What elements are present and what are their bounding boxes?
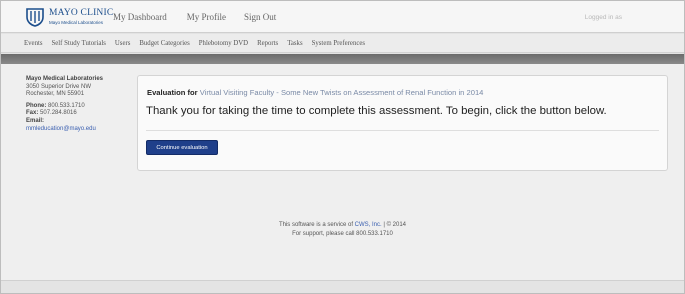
nav-phlebotomy-dvd[interactable]: Phlebotomy DVD [199, 40, 248, 47]
mayo-clinic-logo[interactable]: MAYO CLINIC Mayo Medical Laboratories [25, 7, 113, 27]
nav-my-dashboard[interactable]: My Dashboard [113, 12, 167, 22]
footer-copyright: | © 2014 [383, 222, 407, 228]
org-name: Mayo Medical Laboratories [26, 76, 104, 82]
evaluation-panel: Evaluation for Virtual Visiting Faculty … [137, 75, 668, 171]
city-state-zip: Rochester, MN 55901 [26, 91, 85, 98]
contact-info: Mayo Medical Laboratories 3050 Superior … [26, 76, 126, 133]
phone-label: Phone: [26, 102, 47, 109]
nav-reports[interactable]: Reports [257, 40, 278, 47]
email-link[interactable]: mmleducation@mayo.edu [26, 126, 126, 134]
street-address: 3050 Superior Drive NW [26, 83, 92, 90]
nav-events[interactable]: Events [24, 40, 43, 47]
nav-self-study-tutorials[interactable]: Self Study Tutorials [52, 40, 106, 47]
header-divider-strip [1, 54, 684, 64]
fax-label: Fax: [26, 110, 39, 117]
nav-my-profile[interactable]: My Profile [187, 12, 226, 22]
footer: This software is a service of CWS, Inc. … [0, 221, 685, 239]
logo-name: MAYO CLINIC [49, 8, 114, 18]
continue-evaluation-button[interactable]: Continue evaluation [146, 140, 218, 155]
mayo-shield-icon [26, 8, 44, 27]
evaluation-heading: Evaluation for Virtual Visiting Faculty … [147, 88, 483, 97]
thank-you-message: Thank you for taking the time to complet… [146, 105, 607, 117]
divider [146, 130, 659, 131]
nav-users[interactable]: Users [115, 40, 130, 47]
top-nav: My Dashboard My Profile Sign Out [113, 12, 294, 22]
nav-sign-out[interactable]: Sign Out [244, 12, 276, 22]
nav-budget-categories[interactable]: Budget Categories [139, 40, 189, 47]
logo-subtitle: Mayo Medical Laboratories [49, 19, 104, 25]
email-label: Email: [26, 117, 45, 124]
evaluation-label: Evaluation for [147, 88, 198, 97]
logged-in-status: Logged in as [584, 14, 622, 21]
footer-service-text: This software is a service of [278, 222, 353, 228]
bottom-bar [1, 280, 684, 293]
top-bar: MAYO CLINIC Mayo Medical Laboratories My… [1, 1, 684, 33]
evaluation-title: Virtual Visiting Faculty - Some New Twis… [199, 88, 484, 97]
cws-link[interactable]: CWS, Inc. [355, 222, 382, 228]
phone-number: 800.533.1710 [48, 102, 85, 109]
nav-system-preferences[interactable]: System Preferences [312, 40, 365, 47]
nav-tasks[interactable]: Tasks [287, 40, 302, 47]
footer-support-text: For support, please call 800.533.1710 [292, 231, 393, 237]
fax-number: 507.284.8016 [40, 110, 77, 117]
secondary-nav: Events Self Study Tutorials Users Budget… [1, 34, 684, 53]
